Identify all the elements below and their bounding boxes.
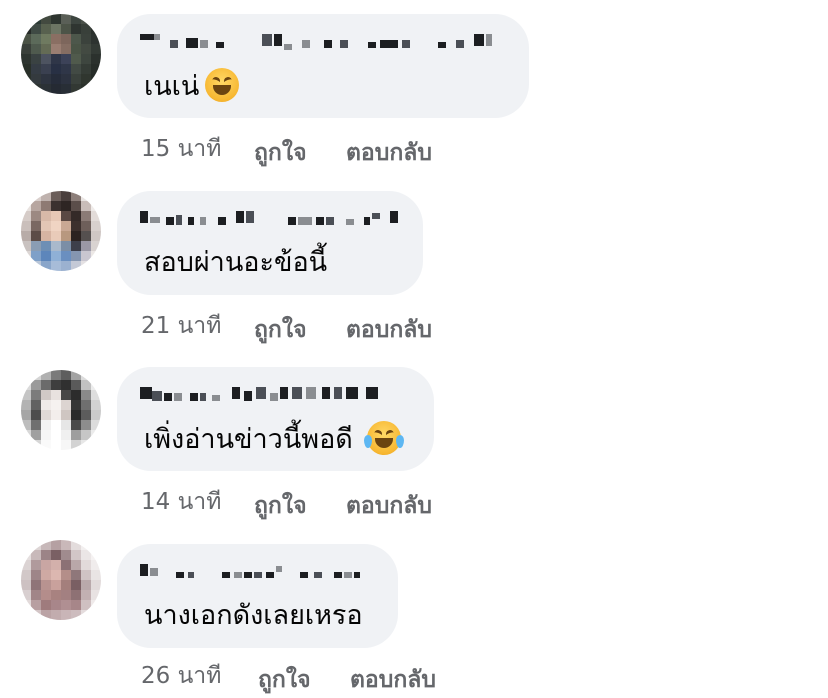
- like-button[interactable]: ถูกใจ: [254, 135, 307, 171]
- reply-button[interactable]: ตอบกลับ: [350, 662, 436, 698]
- comment-bubble[interactable]: นางเอกดังเลยเหรอ: [117, 544, 398, 648]
- comment-text: นางเอกดังเลยเหรอ: [144, 598, 363, 634]
- comment-timestamp[interactable]: 15 นาที: [141, 131, 221, 167]
- comment-timestamp[interactable]: 26 นาที: [141, 658, 221, 694]
- comment-text-content: สอบผ่านอะข้อนี้: [144, 247, 328, 278]
- grinning-squinting-face-icon: [205, 68, 240, 102]
- avatar[interactable]: [21, 14, 101, 94]
- avatar[interactable]: [21, 370, 101, 450]
- face-with-tears-of-joy-icon: [363, 421, 404, 455]
- comment-bubble[interactable]: สอบผ่านอะข้อนี้: [117, 191, 423, 295]
- comment-text: สอบผ่านอะข้อนี้: [144, 245, 327, 281]
- comment-text-content: เนเน่: [144, 71, 200, 102]
- comment-bubble[interactable]: เพิ่งอ่านข่าวนี้พอดี: [117, 367, 434, 471]
- like-button[interactable]: ถูกใจ: [254, 312, 307, 348]
- comment-timestamp[interactable]: 21 นาที: [141, 308, 221, 344]
- reply-button[interactable]: ตอบกลับ: [346, 135, 432, 171]
- like-button[interactable]: ถูกใจ: [258, 662, 311, 698]
- comment-text: เนเน่: [144, 68, 240, 105]
- avatar[interactable]: [21, 191, 101, 271]
- comment-timestamp[interactable]: 14 นาที: [141, 484, 221, 520]
- comment-bubble[interactable]: เนเน่: [117, 14, 529, 118]
- comment-text-content: เพิ่งอ่านข่าวนี้พอดี: [144, 424, 353, 455]
- comment-text: เพิ่งอ่านข่าวนี้พอดี: [144, 421, 404, 458]
- comment-text-content: นางเอกดังเลยเหรอ: [144, 600, 363, 631]
- avatar[interactable]: [21, 540, 101, 620]
- like-button[interactable]: ถูกใจ: [254, 488, 307, 524]
- reply-button[interactable]: ตอบกลับ: [346, 488, 432, 524]
- reply-button[interactable]: ตอบกลับ: [346, 312, 432, 348]
